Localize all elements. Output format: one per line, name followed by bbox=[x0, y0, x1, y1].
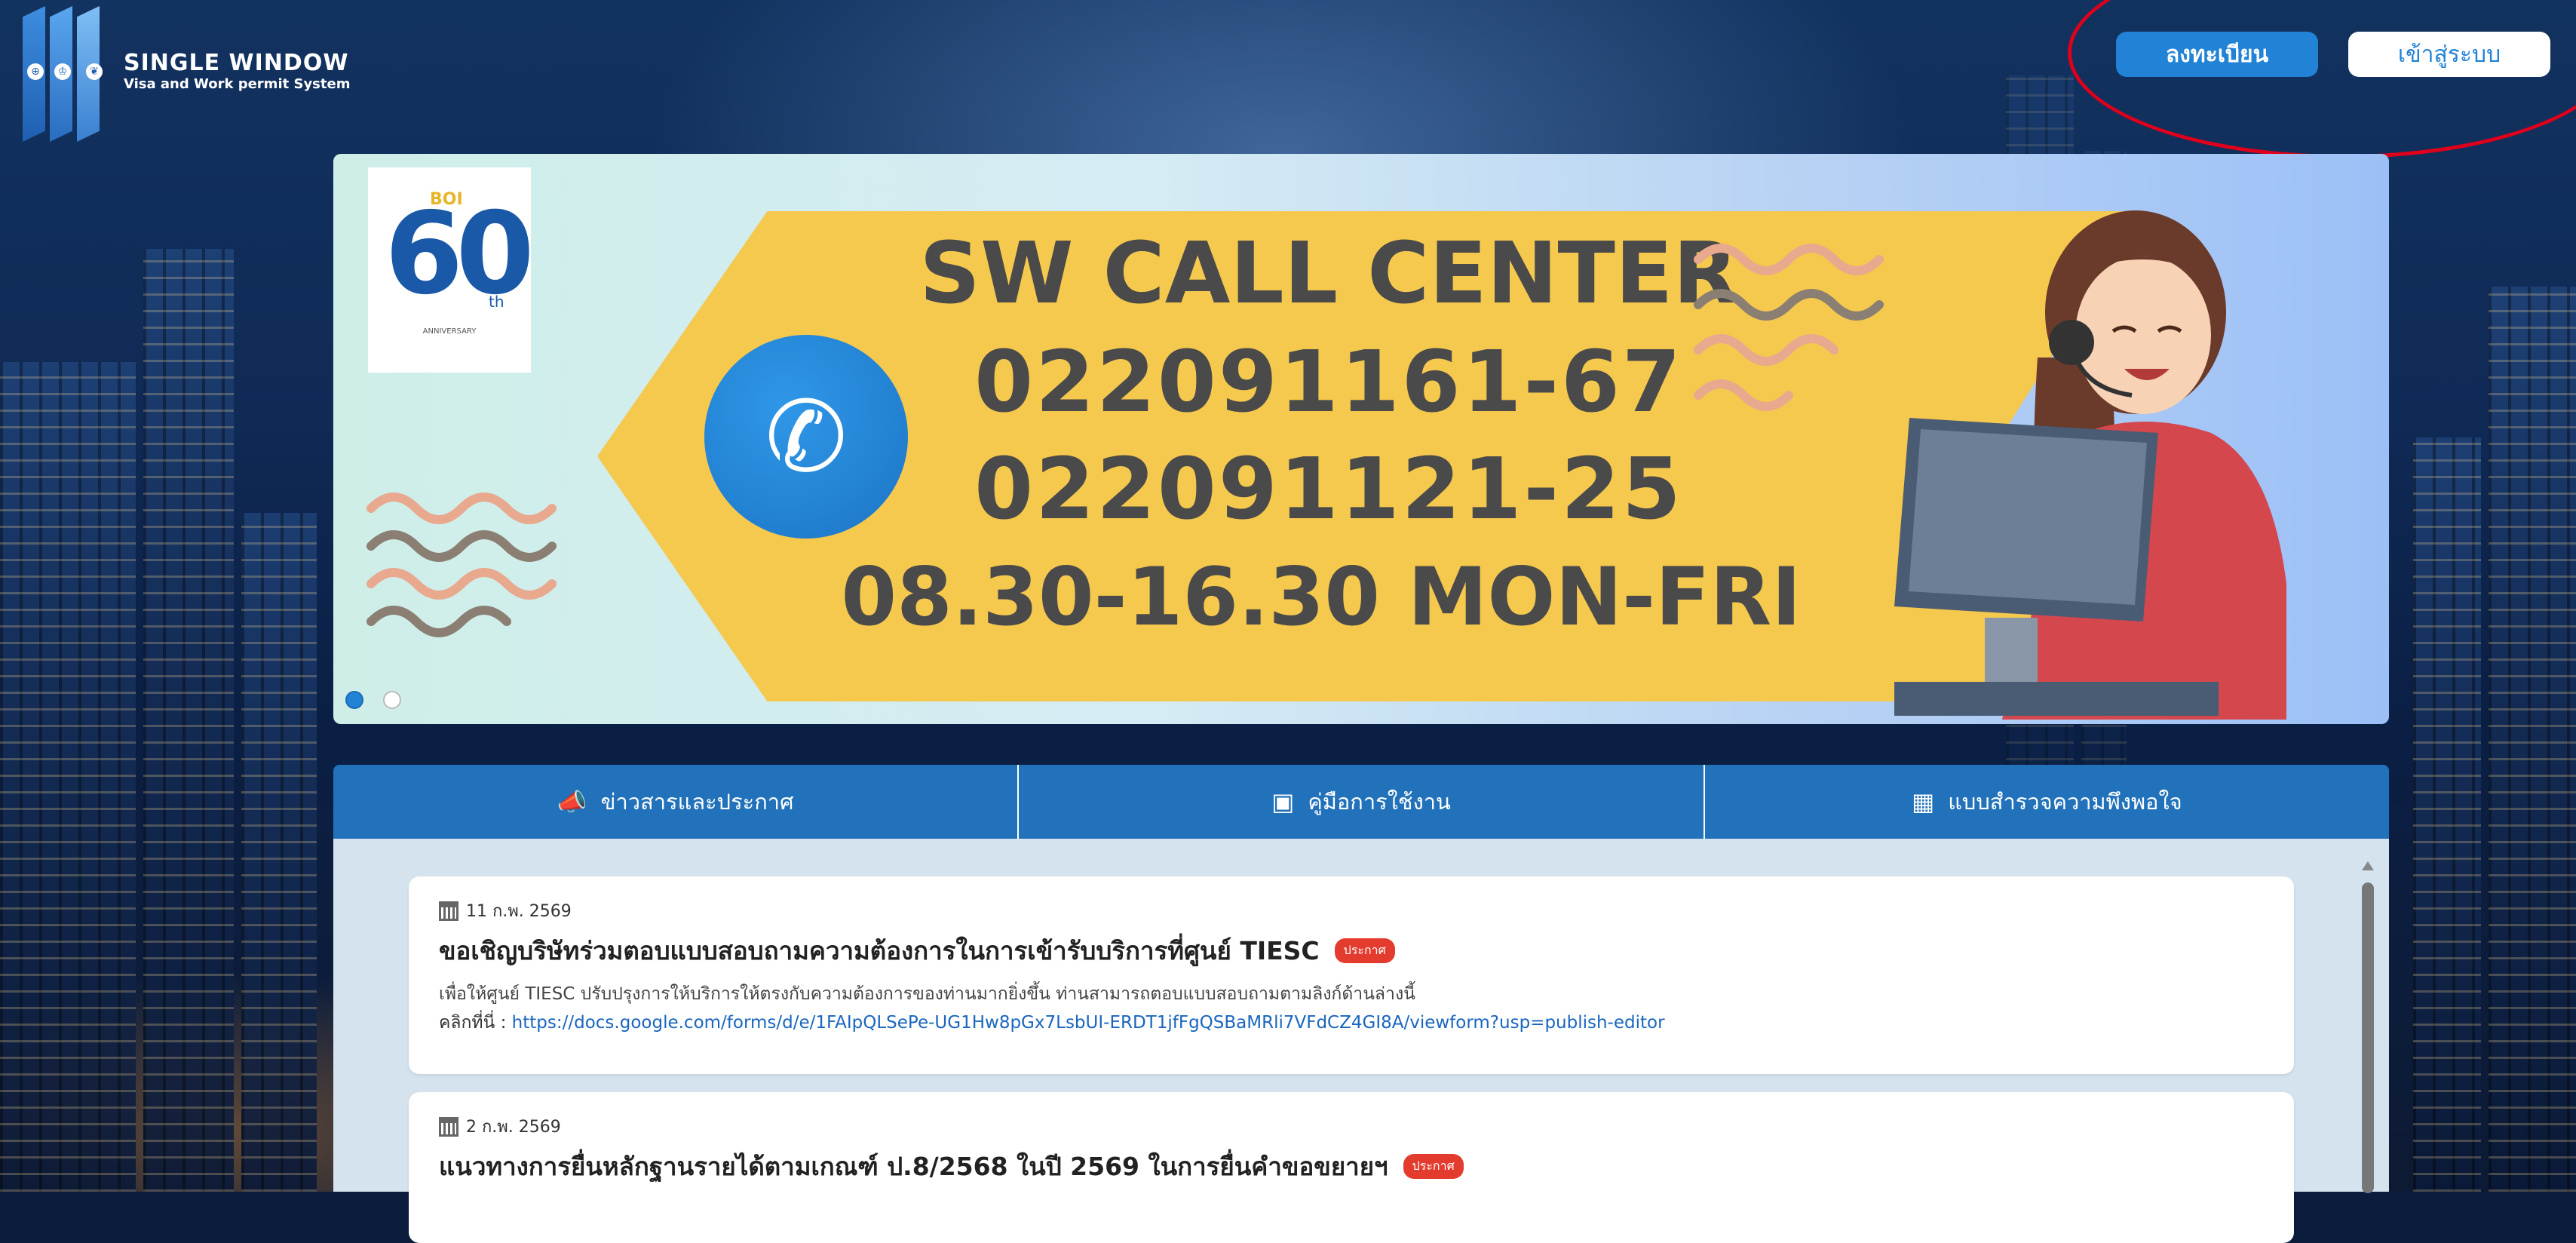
news-date: 11 ก.พ. 2569 bbox=[439, 898, 572, 924]
carousel-dot-2[interactable] bbox=[383, 691, 401, 709]
brand-subtitle: Visa and Work permit System bbox=[124, 76, 351, 92]
news-date: 2 ก.พ. 2569 bbox=[439, 1113, 561, 1140]
banner-hours: 08.30-16.30 MON-FRI bbox=[841, 551, 1802, 643]
boi-60th-logo: BOI 60 th ANNIVERSARY bbox=[368, 167, 535, 373]
news-title: ขอเชิญบริษัทร่วมตอบแบบสอบถามความต้องการใ… bbox=[439, 931, 1395, 971]
carousel-indicators bbox=[345, 691, 401, 709]
brand-logo[interactable]: ⊕ ♔ ❦ SINGLE WINDOW Visa and Work permit… bbox=[23, 6, 350, 142]
tab-manual-label: คู่มือการใช้งาน bbox=[1308, 789, 1451, 815]
survey-form-link[interactable]: https://docs.google.com/forms/d/e/1FAIpQ… bbox=[512, 1013, 1665, 1033]
tab-news-label: ข่าวสารและประกาศ bbox=[600, 789, 794, 815]
banner-phone-2: 022091121-25 bbox=[974, 440, 1683, 539]
survey-icon: ▦ bbox=[1912, 787, 1935, 816]
brand-title: SINGLE WINDOW bbox=[124, 50, 349, 76]
news-card[interactable]: 11 ก.พ. 2569 ขอเชิญบริษัทร่วมตอบแบบสอบถา… bbox=[409, 876, 2294, 1074]
news-panel: 11 ก.พ. 2569 ขอเชิญบริษัทร่วมตอบแบบสอบถา… bbox=[333, 839, 2389, 1243]
news-description: เพื่อให้ศูนย์ TIESC ปรับปรุงการให้บริการ… bbox=[439, 984, 1415, 1004]
announcement-badge: ประกาศ bbox=[1334, 938, 1395, 963]
info-tab-bar: 📣 ข่าวสารและประกาศ ▣ คู่มือการใช้งาน ▦ แ… bbox=[333, 765, 2389, 839]
call-center-agent-illustration bbox=[1894, 210, 2286, 720]
manual-icon: ▣ bbox=[1271, 787, 1295, 816]
brand-mark-icon: ⊕ ♔ ❦ bbox=[23, 6, 113, 142]
scroll-up-arrow-icon[interactable] bbox=[2362, 861, 2374, 870]
tab-survey-label: แบบสำรวจความพึงพอใจ bbox=[1948, 789, 2182, 815]
scrollbar-thumb[interactable] bbox=[2362, 882, 2374, 1193]
decorative-waves-left bbox=[366, 493, 557, 637]
calendar-icon bbox=[439, 1116, 458, 1137]
news-scrollbar[interactable] bbox=[2362, 861, 2374, 1193]
calendar-icon bbox=[439, 901, 458, 921]
megaphone-icon: 📣 bbox=[557, 787, 587, 816]
announcement-badge: ประกาศ bbox=[1403, 1154, 1464, 1179]
news-card[interactable]: 2 ก.พ. 2569 แนวทางการยื่นหลักฐานรายได้ตา… bbox=[409, 1092, 2294, 1243]
tab-survey[interactable]: ▦ แบบสำรวจความพึงพอใจ bbox=[1703, 765, 2389, 839]
carousel-dot-1[interactable] bbox=[345, 691, 363, 709]
hero-banner-carousel[interactable]: BOI 60 th ANNIVERSARY ✆ SW CALL CENTER 0… bbox=[333, 154, 2389, 724]
news-title: แนวทางการยื่นหลักฐานรายได้ตามเกณฑ์ ป.8/2… bbox=[439, 1146, 1464, 1186]
tab-manual[interactable]: ▣ คู่มือการใช้งาน bbox=[1017, 765, 1703, 839]
news-link-row: คลิกที่นี่ : https://docs.google.com/for… bbox=[439, 1013, 1665, 1033]
tab-news[interactable]: 📣 ข่าวสารและประกาศ bbox=[333, 765, 1017, 839]
